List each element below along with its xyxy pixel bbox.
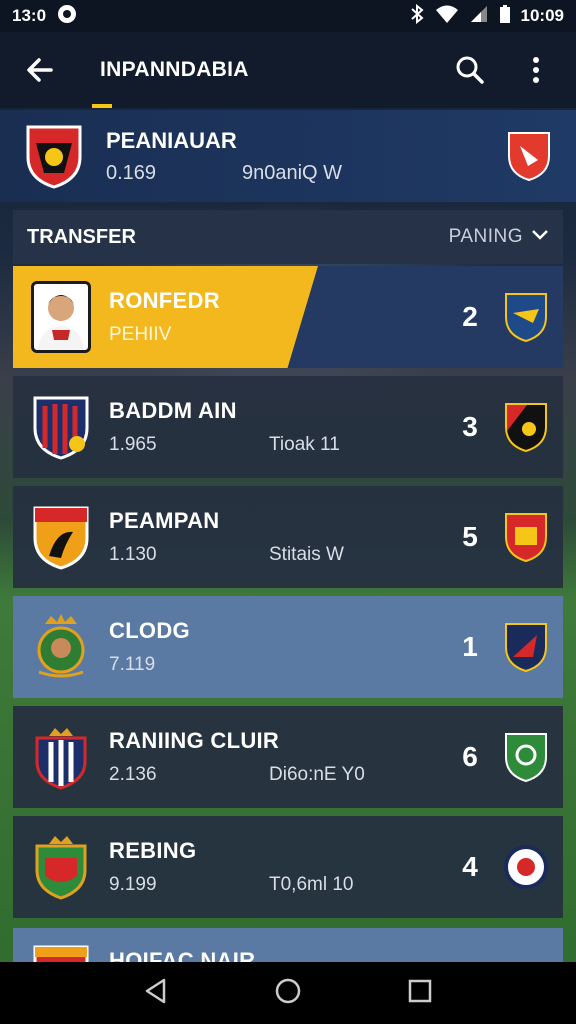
featured-club-detail: 9n0aniQ W: [242, 161, 343, 184]
club-badge-icon: [503, 291, 549, 343]
row-detail: Stitais W: [269, 544, 344, 565]
club-badge-icon: [503, 731, 549, 783]
chevron-down-icon[interactable]: [531, 228, 549, 246]
row-rank: 5: [462, 521, 478, 552]
row-name: PEAMPAN: [109, 508, 220, 533]
battery-icon: [499, 4, 511, 29]
row-rank: 2: [462, 301, 478, 332]
player-photo-icon: [31, 281, 91, 353]
section-title: TRANSFER: [27, 225, 136, 248]
club-badge-icon: [503, 841, 549, 893]
club-badge-icon: [503, 511, 549, 563]
more-vert-icon[interactable]: [518, 52, 554, 88]
row-detail: Tioak 11: [269, 434, 340, 455]
featured-club-value: 0.169: [106, 161, 157, 184]
row-rank: 3: [462, 411, 478, 442]
list-item[interactable]: RONFEDR PEHIIV 2: [13, 266, 563, 368]
signal-icon: [469, 4, 489, 29]
row-value: 1.130: [109, 544, 157, 565]
row-name: RONFEDR: [109, 288, 220, 313]
club-badge-icon: [503, 621, 549, 673]
club-crest-icon: [31, 504, 91, 570]
status-bar: 13:0 10:09: [0, 0, 576, 32]
row-value: 7.119: [109, 654, 156, 675]
nav-recents-icon[interactable]: [406, 977, 434, 1010]
row-detail: Di6o:nE Y0: [269, 764, 365, 785]
notification-icon: [56, 3, 78, 30]
sort-dropdown[interactable]: PANING: [449, 226, 523, 248]
club-badge-icon: [503, 401, 549, 453]
row-rank: 6: [462, 741, 478, 772]
nav-home-icon[interactable]: [274, 977, 302, 1010]
row-detail: T0,6ml 10: [269, 874, 354, 895]
back-arrow-icon[interactable]: [22, 52, 58, 88]
row-name: RANIING CLUIR: [109, 728, 280, 753]
row-value: 9.199: [109, 874, 157, 895]
club-crest-icon: [31, 834, 91, 900]
bluetooth-icon: [409, 3, 425, 29]
ranking-list: RONFEDR PEHIIV 2 BADDM AIN 1.965 Tioak 1…: [13, 266, 563, 926]
featured-club-card[interactable]: PEANIAUAR 0.169 9n0aniQ W: [0, 110, 576, 202]
club-crest-icon: [24, 123, 84, 189]
row-name: REBING: [109, 838, 197, 863]
row-name: BADDM AIN: [109, 398, 237, 423]
system-nav-bar: [0, 962, 576, 1024]
wifi-icon: [435, 4, 459, 29]
row-value: 2.136: [109, 764, 157, 785]
transfer-section-header: TRANSFER PANING: [13, 210, 563, 264]
row-value: PEHIIV: [109, 324, 172, 345]
page-title: INPANNDABIA: [100, 58, 249, 81]
row-rank: 4: [462, 851, 478, 882]
status-time-left: 13:0: [12, 6, 47, 25]
list-item[interactable]: REBING 9.199 T0,6ml 10 4: [13, 816, 563, 918]
tab-indicator: [92, 104, 112, 108]
row-value: 1.965: [109, 434, 157, 455]
club-crest-icon: [31, 614, 91, 680]
nav-back-icon[interactable]: [142, 977, 170, 1010]
row-name: CLODG: [109, 618, 190, 643]
search-icon[interactable]: [452, 52, 488, 88]
app-bar: INPANNDABIA: [0, 32, 576, 108]
list-item[interactable]: CLODG 7.119 1: [13, 596, 563, 698]
list-item[interactable]: BADDM AIN 1.965 Tioak 11 3: [13, 376, 563, 478]
featured-club-name: PEANIAUAR: [106, 127, 237, 153]
club-crest-icon: [31, 394, 91, 460]
list-item[interactable]: RANIING CLUIR 2.136 Di6o:nE Y0 6: [13, 706, 563, 808]
opponent-crest-icon: [506, 130, 552, 182]
club-crest-icon: [31, 724, 91, 790]
list-item[interactable]: PEAMPAN 1.130 Stitais W 5: [13, 486, 563, 588]
status-time-right: 10:09: [520, 6, 564, 25]
row-rank: 1: [462, 631, 478, 662]
